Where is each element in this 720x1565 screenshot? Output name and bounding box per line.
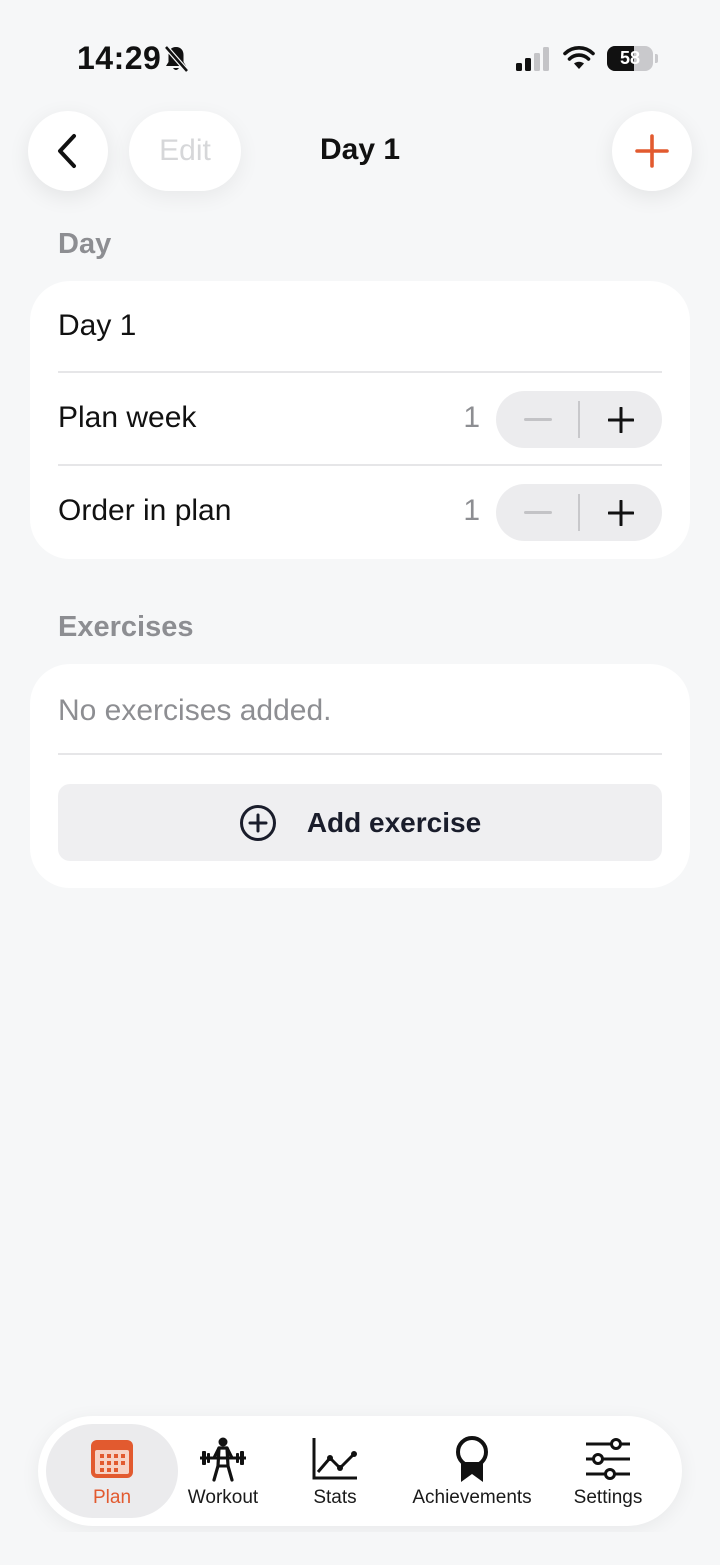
divider <box>58 753 662 755</box>
empty-exercises-text: No exercises added. <box>58 694 332 727</box>
minus-icon <box>523 510 552 514</box>
calendar-icon <box>91 1440 133 1478</box>
tab-stats-label: Stats <box>313 1487 357 1508</box>
plan-week-label: Plan week <box>58 401 197 434</box>
tab-bar: Plan Workout Stats Achievements Settings <box>38 1416 682 1526</box>
tab-settings-label: Settings <box>573 1487 643 1508</box>
plus-icon <box>607 406 634 433</box>
battery-icon: 58 <box>607 46 653 71</box>
wifi-icon <box>563 46 595 69</box>
tab-plan[interactable]: Plan <box>46 1424 178 1518</box>
add-exercise-label: Add exercise <box>306 806 482 838</box>
plan-week-row: Plan week 1 <box>58 373 662 466</box>
plan-week-value: 1 <box>463 401 480 434</box>
day-section-label: Day <box>58 228 112 260</box>
ribbon-award-icon <box>456 1436 488 1482</box>
plus-icon <box>607 499 634 526</box>
home-indicator-area <box>0 1532 720 1565</box>
bell-muted-icon <box>164 45 189 73</box>
plus-icon <box>635 134 669 168</box>
plan-week-stepper <box>496 391 662 448</box>
weightlifter-icon <box>200 1437 246 1482</box>
order-in-plan-row: Order in plan 1 <box>58 466 662 559</box>
exercises-section-label: Exercises <box>58 611 194 643</box>
battery-tip <box>655 54 658 63</box>
add-exercise-button[interactable]: Add exercise <box>58 784 662 861</box>
status-bar: 14:29 58 <box>0 0 720 110</box>
line-chart-icon <box>312 1438 357 1480</box>
sliders-icon <box>586 1438 630 1480</box>
tab-workout-label: Workout <box>187 1487 259 1508</box>
battery-level: 58 <box>619 48 641 68</box>
tab-plan-label: Plan <box>92 1487 132 1508</box>
order-in-plan-value: 1 <box>463 494 480 527</box>
day-name-field[interactable]: Day 1 <box>58 309 136 343</box>
plus-circle-icon <box>239 804 276 841</box>
plan-week-decrement-button[interactable] <box>496 391 579 448</box>
order-in-plan-label: Order in plan <box>58 494 232 527</box>
status-time: 14:29 <box>77 40 162 76</box>
day-card: Day 1 Plan week 1 Order in plan 1 <box>30 281 690 559</box>
tab-stats[interactable]: Stats <box>290 1424 380 1518</box>
tab-achievements-label: Achievements <box>412 1487 532 1508</box>
plan-week-increment-button[interactable] <box>579 391 662 448</box>
order-in-plan-decrement-button[interactable] <box>496 484 579 541</box>
tab-settings[interactable]: Settings <box>562 1424 654 1518</box>
add-button[interactable] <box>612 111 692 191</box>
order-in-plan-increment-button[interactable] <box>579 484 662 541</box>
tab-achievements[interactable]: Achievements <box>400 1424 544 1518</box>
cellular-signal-icon <box>516 47 549 71</box>
order-in-plan-stepper <box>496 484 662 541</box>
tab-workout[interactable]: Workout <box>178 1424 268 1518</box>
minus-icon <box>523 417 552 421</box>
day-name-row[interactable]: Day 1 <box>58 281 662 374</box>
